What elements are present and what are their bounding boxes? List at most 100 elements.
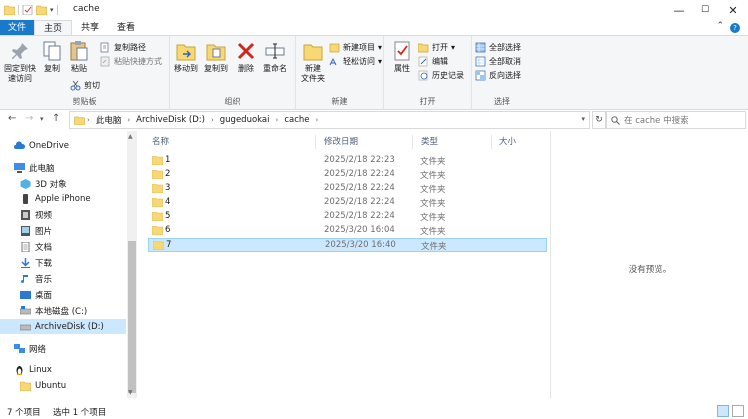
column-divider[interactable] [315,135,316,149]
properties-check-icon[interactable] [22,5,33,15]
copy-to-button[interactable]: 复制到 [202,40,230,74]
scroll-up-icon[interactable]: ▲ [128,133,133,140]
paste-button[interactable]: 粘贴 [66,40,92,74]
nav-label: 文档 [35,242,53,253]
pin-label-line2: 速访问 [8,74,32,83]
nav-item-documents[interactable]: 文档 [0,239,126,254]
table-row[interactable]: 5 2025/2/18 22:24 文件夹 [148,210,547,224]
paste-shortcut-button[interactable]: 粘贴快捷方式 [100,56,162,67]
refresh-icon[interactable]: ↻ [592,111,606,129]
pin-label-line1: 固定到快 [4,64,36,73]
nav-item-desktop[interactable]: 桌面 [0,287,126,302]
table-row[interactable]: 4 2025/2/18 22:24 文件夹 [148,196,547,210]
nav-item-network[interactable]: 网络 [0,341,126,356]
nav-item-linux[interactable]: Linux [0,362,126,377]
delete-label: 删除 [238,64,254,73]
scrollbar-thumb[interactable] [128,241,136,393]
recent-locations-icon[interactable]: ▾ [40,115,44,123]
breadcrumb-separator-icon[interactable]: › [125,116,132,124]
scroll-down-icon[interactable]: ▼ [128,389,133,396]
nav-item-music[interactable]: 音乐 [0,271,126,286]
nav-item-archive-disk-d[interactable]: ArchiveDisk (D:) [0,319,126,334]
pin-quick-access-button[interactable]: 固定到快 速访问 [4,40,36,84]
column-header-size[interactable]: 大小 [499,135,516,147]
nav-item-this-pc[interactable]: 此电脑 [0,160,126,175]
open-icon [418,43,429,53]
help-icon[interactable]: ? [730,23,740,33]
copy-path-button[interactable]: 复制路径 [100,42,146,53]
nav-item-local-disk-c[interactable]: 本地磁盘 (C:) [0,303,126,318]
search-box[interactable]: 在 cache 中搜索 [606,111,746,129]
download-icon [21,257,30,268]
file-date: 2025/3/20 16:04 [324,225,395,235]
breadcrumb-this-pc[interactable]: 此电脑 [92,114,126,126]
open-button[interactable]: 打开 ▾ [418,42,455,53]
qat-dropdown-icon[interactable]: ▾ [50,6,54,14]
file-date: 2025/2/18 22:24 [324,169,395,179]
new-item-button[interactable]: 新建项目 ▾ [329,42,382,53]
table-row[interactable]: 7 2025/3/20 16:40 文件夹 [148,238,547,252]
easy-access-button[interactable]: 轻松访问 ▾ [329,56,382,67]
move-to-icon [176,44,196,61]
new-folder-button[interactable]: 新建 文件夹 [298,40,328,84]
column-header-type[interactable]: 类型 [421,135,438,147]
select-all-label: 全部选择 [489,43,521,52]
breadcrumb-separator-icon[interactable]: › [274,116,281,124]
minimize-button[interactable]: — [666,0,692,20]
3d-objects-icon [20,178,31,189]
breadcrumb-separator-icon[interactable]: › [314,116,321,124]
table-row[interactable]: 2 2025/2/18 22:24 文件夹 [148,168,547,182]
nav-item-ubuntu[interactable]: Ubuntu [0,378,126,393]
column-header-date[interactable]: 修改日期 [324,135,358,147]
breadcrumb-cache[interactable]: cache [280,115,313,125]
nav-item-pictures[interactable]: 图片 [0,223,126,238]
copy-to-icon [206,44,226,61]
invert-selection-button[interactable]: 反向选择 [475,70,521,81]
nav-item-onedrive[interactable]: OneDrive [0,138,126,153]
select-all-button[interactable]: 全部选择 [475,42,521,53]
history-button[interactable]: 历史记录 [418,70,464,81]
table-row[interactable]: 6 2025/3/20 16:04 文件夹 [148,224,547,238]
breadcrumb-gugeduokai[interactable]: gugeduokai [216,115,274,125]
nav-item-videos[interactable]: 视频 [0,207,126,222]
tab-file[interactable]: 文件 [0,20,34,36]
properties-button[interactable]: 属性 [388,40,416,74]
edit-button[interactable]: 编辑 [418,56,448,67]
address-breadcrumb[interactable]: › 此电脑 › ArchiveDisk (D:) › gugeduokai › … [69,111,590,129]
organize-group: 移动到 复制到 删除 重命名 组织 [170,36,296,110]
table-row[interactable]: 3 2025/2/18 22:24 文件夹 [148,182,547,196]
maximize-button[interactable]: ☐ [692,0,718,20]
details-view-icon[interactable] [717,405,729,417]
new-folder-icon[interactable] [36,5,47,15]
scissors-icon [70,80,81,91]
back-arrow-icon[interactable]: ← [8,113,16,124]
column-divider[interactable] [491,135,492,149]
file-name: 7 [166,240,172,250]
move-to-button[interactable]: 移动到 [172,40,200,74]
breadcrumb-separator-icon[interactable]: › [209,116,216,124]
close-button[interactable]: ✕ [720,0,746,20]
copy-button[interactable]: 复制 [40,40,64,74]
table-row[interactable]: 1 2025/2/18 22:23 文件夹 [148,154,547,168]
address-dropdown-icon[interactable]: ▾ [581,115,585,123]
column-divider[interactable] [412,135,413,149]
nav-item-3d-objects[interactable]: 3D 对象 [0,176,126,191]
forward-arrow-icon[interactable]: → [25,113,33,124]
navigation-scrollbar[interactable]: ▲ ▼ [127,131,137,398]
tab-home[interactable]: 主页 [34,20,72,36]
collapse-ribbon-icon[interactable]: ⌃ [716,21,724,31]
tab-view[interactable]: 查看 [108,20,144,36]
breadcrumb-separator-icon[interactable]: › [85,116,92,124]
select-none-button[interactable]: 全部取消 [475,56,521,67]
nav-item-apple-iphone[interactable]: Apple iPhone [0,191,126,206]
cut-button[interactable]: 剪切 [70,80,100,91]
up-arrow-icon[interactable]: ↑ [52,113,60,124]
column-header-name[interactable]: 名称 [152,135,169,147]
tab-share[interactable]: 共享 [72,20,108,36]
nav-item-downloads[interactable]: 下载 [0,255,126,270]
nav-label: 音乐 [35,274,53,285]
rename-button[interactable]: 重命名 [260,40,290,74]
breadcrumb-archive-disk[interactable]: ArchiveDisk (D:) [132,115,209,125]
large-icons-view-icon[interactable] [732,405,744,417]
delete-button[interactable]: 删除 [234,40,258,74]
